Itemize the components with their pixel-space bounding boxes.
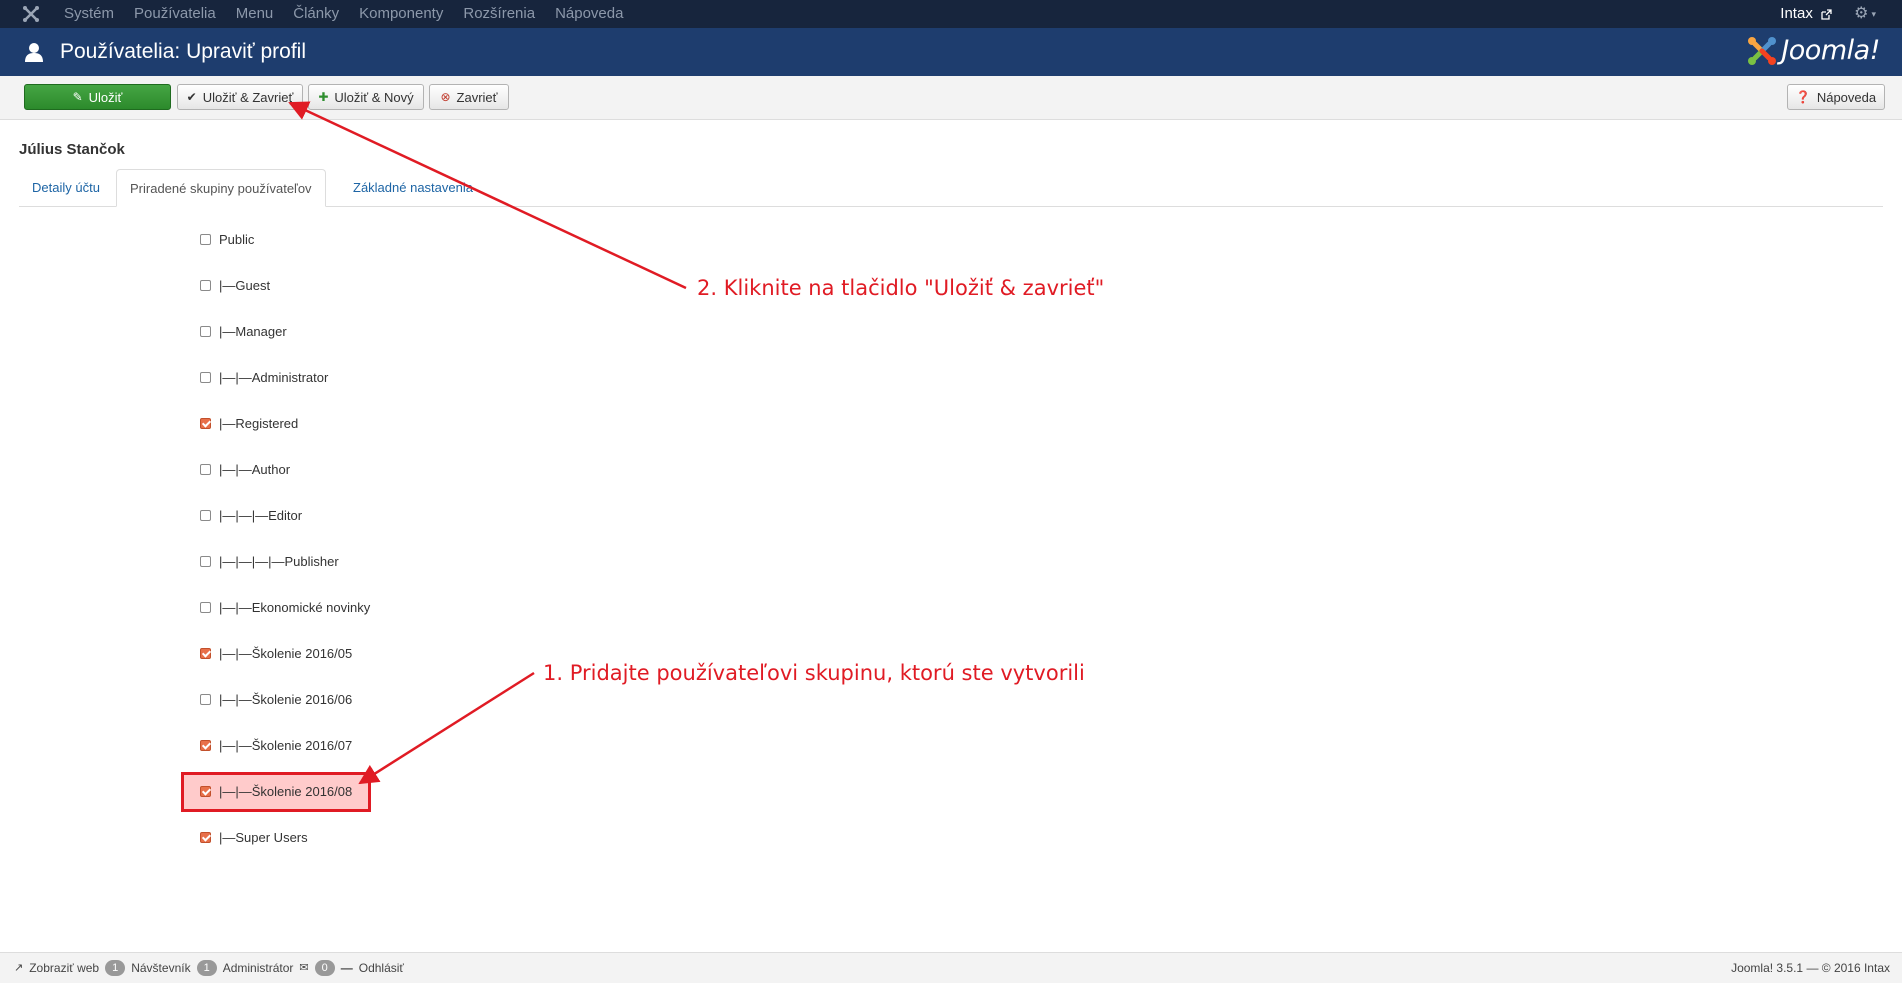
- visitors-badge: 1: [105, 960, 126, 976]
- close-button-label: Zavrieť: [456, 89, 498, 105]
- view-site-link[interactable]: Zobraziť web: [29, 953, 99, 983]
- joomla-wordmark: Joomla!: [1781, 35, 1880, 66]
- group-label[interactable]: |—|—Školenie 2016/06: [219, 692, 352, 707]
- group-label[interactable]: |—|—Author: [219, 462, 290, 477]
- annotation-step-1: 1. Pridajte používateľovi skupinu, ktorú…: [543, 661, 1085, 685]
- nav-menu-system[interactable]: Systém: [64, 0, 114, 28]
- joomla-logo-icon: [1748, 36, 1777, 65]
- save-button-label: Uložiť: [88, 89, 123, 105]
- group-label[interactable]: Public: [219, 232, 254, 247]
- arrow-to-group-checkbox: [358, 671, 535, 785]
- group-row: |—|—Školenie 2016/06: [200, 689, 352, 709]
- group-row: |—|—|—|—Publisher: [200, 551, 339, 571]
- group-row: |—|—Školenie 2016/08: [200, 781, 352, 801]
- group-label[interactable]: |—Guest: [219, 278, 270, 293]
- group-checkbox[interactable]: [200, 601, 211, 613]
- messages-badge: 0: [314, 960, 335, 976]
- group-row: |—|—Author: [200, 459, 290, 479]
- joomla-logo: Joomla!: [1747, 35, 1880, 66]
- group-row: |—Manager: [200, 321, 287, 341]
- version-text: Joomla! 3.5.1 — © 2016 Intax: [1731, 961, 1890, 975]
- admins-label: Administrátor: [222, 961, 294, 975]
- nav-menu-menus[interactable]: Menu: [236, 0, 274, 28]
- plus-icon: ✚: [318, 90, 329, 104]
- group-row: |—Registered: [200, 413, 298, 433]
- nav-menu-extensions[interactable]: Rozšírenia: [463, 0, 535, 28]
- toolbar: ✎ Uložiť ✔ Uložiť & Zavrieť ✚ Uložiť & N…: [0, 76, 1902, 120]
- save-close-button-label: Uložiť & Zavrieť: [202, 89, 294, 105]
- group-row: |—|—Školenie 2016/07: [200, 735, 352, 755]
- gear-icon: ⚙: [1854, 5, 1869, 23]
- close-button[interactable]: ⊗ Zavrieť: [429, 84, 509, 110]
- save-close-button[interactable]: ✔ Uložiť & Zavrieť: [177, 84, 303, 110]
- group-checkbox[interactable]: [200, 417, 211, 429]
- group-row: |—|—|—Editor: [200, 505, 302, 525]
- group-checkbox[interactable]: [200, 325, 211, 337]
- edit-icon: ✎: [72, 90, 83, 104]
- group-row: Public: [200, 229, 254, 249]
- group-row: |—Guest: [200, 275, 270, 295]
- nav-user-link[interactable]: Intax: [1780, 0, 1832, 28]
- admins-badge: 1: [196, 960, 217, 976]
- group-checkbox[interactable]: [200, 739, 211, 751]
- envelope-icon[interactable]: ✉: [299, 953, 308, 983]
- group-checkbox[interactable]: [200, 279, 211, 291]
- group-label[interactable]: |—|—Školenie 2016/07: [219, 738, 352, 753]
- cancel-circle-icon: ⊗: [440, 90, 451, 104]
- nav-menu-components[interactable]: Komponenty: [359, 0, 443, 28]
- group-label[interactable]: |—|—Školenie 2016/08: [219, 784, 352, 799]
- nav-user-label: Intax: [1780, 5, 1813, 22]
- help-button[interactable]: ❓ Nápoveda: [1787, 84, 1885, 110]
- status-footer: ↗ Zobraziť web 1 Návštevník 1 Administrá…: [0, 952, 1902, 983]
- group-checkbox[interactable]: [200, 647, 211, 659]
- joomla-menu-icon[interactable]: [22, 5, 40, 23]
- nav-menu-users[interactable]: Používatelia: [134, 0, 216, 28]
- top-navbar: Systém Používatelia Menu Články Komponen…: [0, 0, 1902, 28]
- nav-menu-articles[interactable]: Články: [293, 0, 339, 28]
- group-label[interactable]: |—Registered: [219, 416, 298, 431]
- group-label[interactable]: |—|—|—Editor: [219, 508, 302, 523]
- external-link-icon: [1821, 8, 1832, 20]
- group-label[interactable]: |—|—Školenie 2016/05: [219, 646, 352, 661]
- question-circle-icon: ❓: [1795, 90, 1811, 104]
- tab-bar: Detaily účtu Priradené skupiny používate…: [19, 169, 1883, 207]
- group-checkbox[interactable]: [200, 463, 211, 475]
- check-icon: ✔: [186, 90, 197, 104]
- group-checkbox[interactable]: [200, 785, 211, 797]
- tab-basic-settings[interactable]: Základné nastavenia: [340, 169, 486, 206]
- tab-assigned-groups[interactable]: Priradené skupiny používateľov: [116, 169, 326, 207]
- visitors-label: Návštevník: [131, 961, 191, 975]
- page-title: Používatelia: Upraviť profil: [60, 40, 306, 63]
- group-checkbox[interactable]: [200, 831, 211, 843]
- save-new-button-label: Uložiť & Nový: [334, 89, 414, 105]
- tab-account-details[interactable]: Detaily účtu: [19, 169, 113, 206]
- group-checkbox[interactable]: [200, 509, 211, 521]
- group-label[interactable]: |—Manager: [219, 324, 287, 339]
- page-header: Používatelia: Upraviť profil Joomla!: [0, 28, 1902, 76]
- group-label[interactable]: |—|—Ekonomické novinky: [219, 600, 370, 615]
- caret-down-icon: ▾: [1871, 9, 1876, 19]
- group-row: |—|—Školenie 2016/05: [200, 643, 352, 663]
- user-icon: [25, 43, 43, 62]
- annotation-step-2: 2. Kliknite na tlačidlo "Uložiť & zavrie…: [697, 276, 1105, 300]
- group-checkbox[interactable]: [200, 233, 211, 245]
- group-checkbox[interactable]: [200, 371, 211, 383]
- group-label[interactable]: |—|—Administrator: [219, 370, 328, 385]
- group-checkbox[interactable]: [200, 555, 211, 567]
- logout-link[interactable]: Odhlásiť: [359, 953, 404, 983]
- external-link-icon: ↗: [14, 962, 24, 974]
- help-button-label: Nápoveda: [1816, 89, 1877, 105]
- minus-icon: —: [340, 961, 353, 975]
- save-new-button[interactable]: ✚ Uložiť & Nový: [308, 84, 424, 110]
- group-row: |—|—Administrator: [200, 367, 328, 387]
- group-checkbox[interactable]: [200, 693, 211, 705]
- nav-menu-help[interactable]: Nápoveda: [555, 0, 623, 28]
- group-row: |—|—Ekonomické novinky: [200, 597, 370, 617]
- group-label[interactable]: |—Super Users: [219, 830, 308, 845]
- group-row: |—Super Users: [200, 827, 308, 847]
- user-name-heading: Július Stančok: [19, 141, 125, 158]
- group-label[interactable]: |—|—|—|—Publisher: [219, 554, 339, 569]
- settings-menu[interactable]: ⚙ ▾: [1854, 0, 1876, 28]
- save-button[interactable]: ✎ Uložiť: [24, 84, 171, 110]
